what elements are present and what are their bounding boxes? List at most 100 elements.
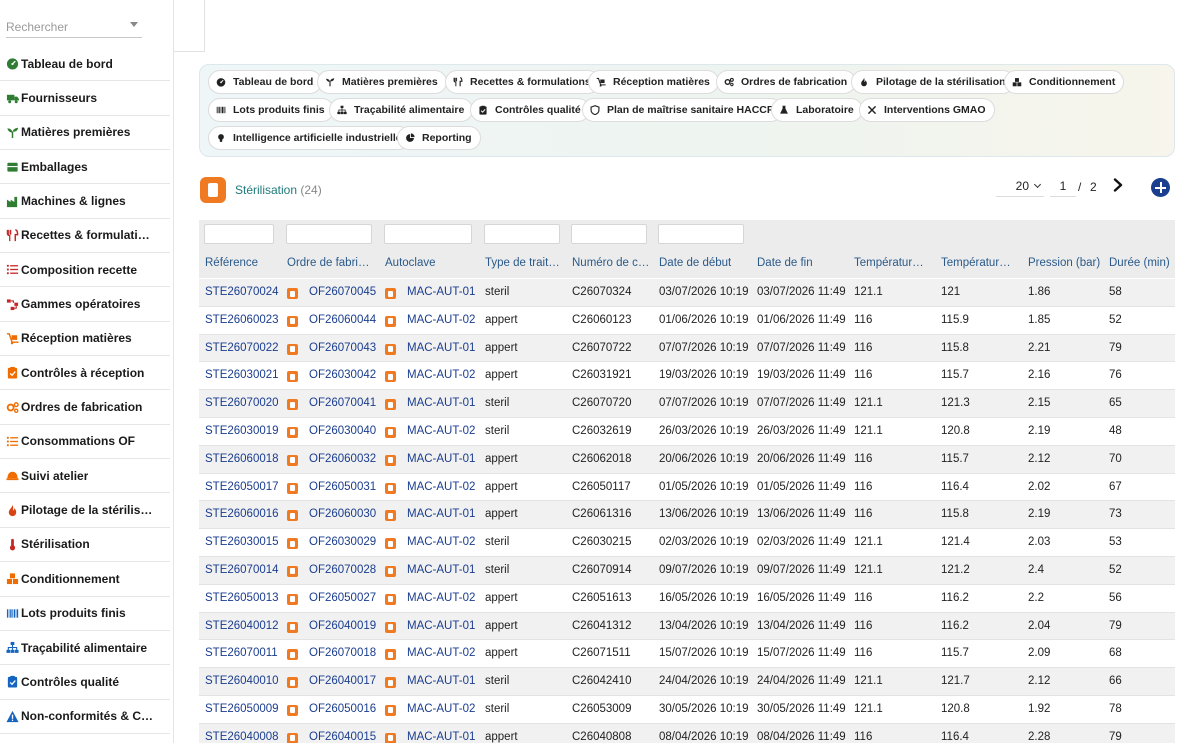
- table-row[interactable]: STE26060016 OF26060030 MAC-AUT-01 appert C26…: [199, 501, 1175, 530]
- column-filter-input[interactable]: [484, 224, 560, 244]
- table-row[interactable]: STE26050017 OF26050031 MAC-AUT-02 appert C26…: [199, 474, 1175, 502]
- column-header[interactable]: Température…: [941, 257, 1017, 269]
- module-chip-tableau-de-bord[interactable]: Tableau de bord: [208, 70, 323, 94]
- autoclave-link[interactable]: MAC-AUT-01: [407, 286, 475, 298]
- module-chip-laboratoire[interactable]: Laboratoire: [771, 98, 863, 122]
- chevron-down-icon[interactable]: [130, 22, 138, 27]
- fabrication-order-link[interactable]: OF26070043: [309, 342, 376, 354]
- add-record-button[interactable]: [1151, 178, 1170, 197]
- search-input[interactable]: Rechercher: [6, 16, 142, 38]
- autoclave-link[interactable]: MAC-AUT-02: [407, 425, 475, 437]
- module-chip-reporting[interactable]: Reporting: [397, 126, 481, 150]
- sidebar-item-non-conformites-c[interactable]: Non-conformités & C…: [0, 700, 170, 734]
- reference-link[interactable]: STE26030019: [205, 425, 279, 437]
- reference-link[interactable]: STE26050009: [205, 703, 279, 715]
- sidebar-item-fournisseurs[interactable]: Fournisseurs: [0, 81, 170, 116]
- fabrication-order-link[interactable]: OF26070018: [309, 647, 376, 659]
- fabrication-order-link[interactable]: OF26030040: [309, 425, 376, 437]
- table-row[interactable]: STE26030015 OF26030029 MAC-AUT-02 steril C26…: [199, 529, 1175, 557]
- column-filter-input[interactable]: [384, 224, 472, 244]
- fabrication-order-link[interactable]: OF26070045: [309, 286, 376, 298]
- sidebar-item-ordres-de-fabrication[interactable]: Ordres de fabrication: [0, 390, 170, 425]
- table-row[interactable]: STE26070011 OF26070018 MAC-AUT-02 appert C26…: [199, 640, 1175, 669]
- reference-link[interactable]: STE26050013: [205, 592, 279, 604]
- reference-link[interactable]: STE26040012: [205, 620, 279, 632]
- fabrication-order-link[interactable]: OF26050031: [309, 481, 376, 493]
- table-row[interactable]: STE26040008 OF26040015 MAC-AUT-01 appert C26…: [199, 723, 1175, 743]
- fabrication-order-link[interactable]: OF26040017: [309, 675, 376, 687]
- sidebar-item-matieres-premieres[interactable]: Matières premières: [0, 116, 170, 151]
- sidebar-item-reception-matieres[interactable]: Réception matières: [0, 322, 170, 357]
- reference-link[interactable]: STE26070020: [205, 397, 279, 409]
- sidebar-item-pilotage-de-la-sterilis[interactable]: Pilotage de la stérilis…: [0, 493, 170, 528]
- column-header[interactable]: Autoclave: [385, 257, 475, 269]
- module-chip-tracabilite-alimentaire[interactable]: Traçabilité alimentaire: [329, 98, 474, 122]
- fabrication-order-link[interactable]: OF26070041: [309, 397, 376, 409]
- fabrication-order-link[interactable]: OF26060032: [309, 453, 376, 465]
- sidebar-item-recettes-formulati[interactable]: Recettes & formulati…: [0, 219, 170, 254]
- module-chip-plan-de-maitrise-sanitaire-haccp[interactable]: Plan de maîtrise sanitaire HACCP: [582, 98, 783, 122]
- sidebar-item-lots-produits-finis[interactable]: Lots produits finis: [0, 597, 170, 631]
- table-row[interactable]: STE26030019 OF26030040 MAC-AUT-02 steril C26…: [199, 418, 1175, 446]
- module-chip-reception-matieres[interactable]: Réception matières: [588, 70, 719, 94]
- autoclave-link[interactable]: MAC-AUT-01: [407, 564, 475, 576]
- fabrication-order-link[interactable]: OF26040015: [309, 731, 376, 743]
- module-chip-ordres-de-fabrication[interactable]: Ordres de fabrication: [716, 70, 857, 94]
- column-filter-input[interactable]: [571, 224, 647, 244]
- column-header[interactable]: Numéro de c…: [572, 257, 650, 269]
- fabrication-order-link[interactable]: OF26030042: [309, 369, 376, 381]
- sidebar-item-conditionnement[interactable]: Conditionnement: [0, 562, 170, 597]
- page-size-select[interactable]: 20: [996, 175, 1044, 197]
- module-chip-matieres-premieres[interactable]: Matières premières: [317, 70, 447, 94]
- reference-link[interactable]: STE26040010: [205, 675, 279, 687]
- module-chip-controles-qualite[interactable]: Contrôles qualité: [470, 98, 590, 122]
- sidebar-item-machines-lignes[interactable]: Machines & lignes: [0, 184, 170, 219]
- table-row[interactable]: STE26050009 OF26050016 MAC-AUT-02 steril C26…: [199, 696, 1175, 724]
- fabrication-order-link[interactable]: OF26060044: [309, 314, 376, 326]
- autoclave-link[interactable]: MAC-AUT-02: [407, 592, 475, 604]
- autoclave-link[interactable]: MAC-AUT-02: [407, 703, 475, 715]
- column-filter-input[interactable]: [204, 224, 274, 244]
- autoclave-link[interactable]: MAC-AUT-02: [407, 536, 475, 548]
- sidebar-item-suivi-atelier[interactable]: Suivi atelier: [0, 459, 170, 494]
- reference-link[interactable]: STE26050017: [205, 481, 279, 493]
- module-chip-lots-produits-finis[interactable]: Lots produits finis: [208, 98, 334, 122]
- reference-link[interactable]: STE26030021: [205, 369, 279, 381]
- autoclave-link[interactable]: MAC-AUT-02: [407, 369, 475, 381]
- module-chip-intelligence-artificielle-industrielle[interactable]: Intelligence artificielle industrielle: [208, 126, 411, 150]
- column-header[interactable]: Durée (min): [1109, 257, 1173, 269]
- table-row[interactable]: STE26070024 OF26070045 MAC-AUT-01 steril C26…: [199, 279, 1175, 307]
- fabrication-order-link[interactable]: OF26070028: [309, 564, 376, 576]
- column-header[interactable]: Date de fin: [757, 257, 847, 269]
- column-header[interactable]: Ordre de fabric…: [287, 257, 375, 269]
- table-row[interactable]: STE26070020 OF26070041 MAC-AUT-01 steril C26…: [199, 390, 1175, 418]
- column-filter-input[interactable]: [286, 224, 372, 244]
- autoclave-link[interactable]: MAC-AUT-01: [407, 453, 475, 465]
- reference-link[interactable]: STE26060023: [205, 314, 279, 326]
- table-row[interactable]: STE26070022 OF26070043 MAC-AUT-01 appert C26…: [199, 334, 1175, 363]
- column-header[interactable]: Température…: [854, 257, 930, 269]
- reference-link[interactable]: STE26030015: [205, 536, 279, 548]
- sidebar-item-tracabilite-alimentaire[interactable]: Traçabilité alimentaire: [0, 631, 170, 666]
- sidebar-item-consommations-of[interactable]: Consommations OF: [0, 425, 170, 460]
- table-row[interactable]: STE26030021 OF26030042 MAC-AUT-02 appert C26…: [199, 362, 1175, 391]
- reference-link[interactable]: STE26070022: [205, 342, 279, 354]
- column-header[interactable]: Type de trait…: [485, 257, 563, 269]
- autoclave-link[interactable]: MAC-AUT-01: [407, 508, 475, 520]
- autoclave-link[interactable]: MAC-AUT-02: [407, 314, 475, 326]
- reference-link[interactable]: STE26070014: [205, 564, 279, 576]
- autoclave-link[interactable]: MAC-AUT-01: [407, 397, 475, 409]
- column-header[interactable]: Référence: [205, 257, 277, 269]
- module-chip-pilotage-de-la-sterilisation[interactable]: Pilotage de la stérilisation: [851, 70, 1015, 94]
- column-filter-input[interactable]: [658, 224, 744, 244]
- column-header[interactable]: Date de début: [659, 257, 749, 269]
- autoclave-link[interactable]: MAC-AUT-01: [407, 675, 475, 687]
- fabrication-order-link[interactable]: OF26060030: [309, 508, 376, 520]
- autoclave-link[interactable]: MAC-AUT-02: [407, 481, 475, 493]
- sidebar-item-controles-a-reception[interactable]: Contrôles à réception: [0, 356, 170, 391]
- reference-link[interactable]: STE26070024: [205, 286, 279, 298]
- sidebar-item-gammes-operatoires[interactable]: Gammes opératoires: [0, 287, 170, 322]
- table-row[interactable]: STE26040012 OF26040019 MAC-AUT-01 appert C26…: [199, 612, 1175, 641]
- table-row[interactable]: STE26060023 OF26060044 MAC-AUT-02 appert C26…: [199, 307, 1175, 335]
- sidebar-item-tableau-de-bord[interactable]: Tableau de bord: [0, 47, 170, 82]
